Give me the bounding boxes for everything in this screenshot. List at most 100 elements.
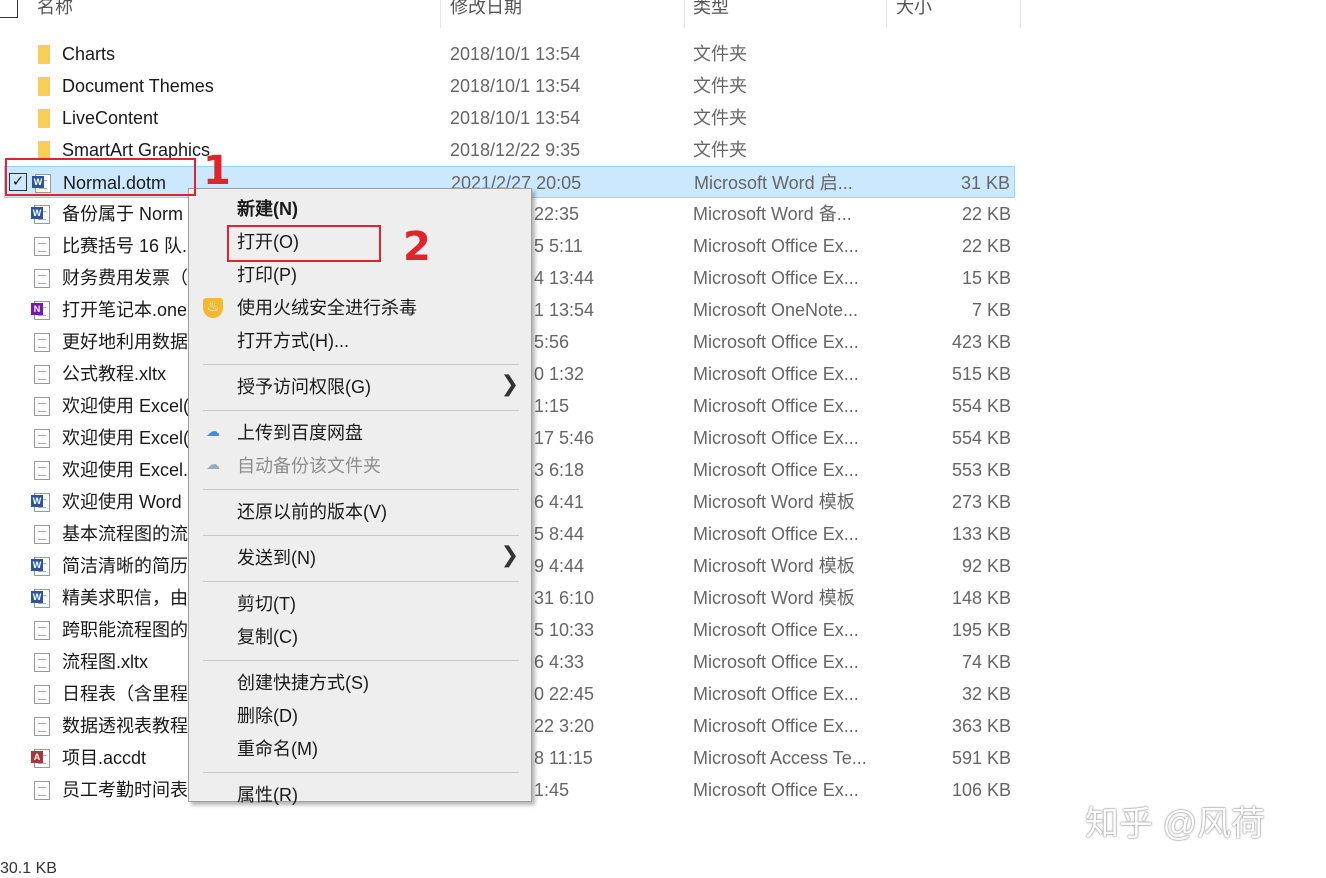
file-type: 文件夹 [693,76,747,96]
file-type: Microsoft Office Ex... [693,332,859,352]
file-date: 17 5:46 [534,428,595,448]
menu-item[interactable]: 重命名(M) [189,733,531,766]
menu-item-label: 打开方式(H)... [237,331,349,351]
file-size: 554 KB [951,396,1011,416]
menu-item-label: 新建(N) [237,199,298,219]
column-header-date[interactable]: 修改日期 [450,0,522,28]
file-type: Microsoft Office Ex... [693,780,859,800]
column-header-type[interactable]: 类型 [693,0,729,28]
file-date: 2018/12/22 9:35 [450,140,581,160]
menu-item[interactable]: 打开方式(H)... [189,325,531,358]
menu-separator [203,772,519,773]
file-size: 363 KB [951,716,1011,736]
file-type: 文件夹 [693,44,747,64]
menu-item-label: 重命名(M) [237,739,318,759]
file-date: 0 1:32 [534,364,585,384]
file-type: Microsoft Word 启... [694,173,853,193]
column-header-size[interactable]: 大小 [896,0,932,28]
menu-item[interactable]: 复制(C) [189,621,531,654]
menu-item[interactable]: 授予访问权限(G) ❯ [189,371,531,404]
document-icon [34,717,50,736]
file-name: LiveContent [62,108,159,128]
menu-separator [203,660,519,661]
file-date: 1 13:54 [534,300,595,320]
file-type: 文件夹 [693,108,747,128]
file-date: 6 4:33 [534,652,585,672]
file-size: 273 KB [951,492,1011,512]
file-date: 5:56 [534,332,570,352]
file-name: 流程图.xltx [62,652,149,672]
menu-item-label: 还原以前的版本(V) [237,502,387,522]
column-divider[interactable] [1020,0,1021,28]
menu-separator [203,489,519,490]
file-type: Microsoft Office Ex... [693,524,859,544]
folder-icon [38,45,50,64]
file-name: 跨职能流程图的 [62,620,188,640]
onenote-icon-badge: N [31,303,43,315]
menu-item[interactable]: 发送到(N) ❯ [189,542,531,575]
file-type: Microsoft Word 备... [693,204,852,224]
file-row[interactable]: Charts 2018/10/1 13:54 文件夹 [4,38,1015,70]
file-size: 74 KB [961,652,1011,672]
file-size: 15 KB [961,268,1011,288]
file-name: 欢迎使用 Excel( [62,428,190,448]
annotation-box-2 [227,225,381,262]
document-icon [34,525,50,544]
column-divider[interactable] [684,0,685,28]
file-row[interactable]: Document Themes 2018/10/1 13:54 文件夹 [4,70,1015,102]
menu-item[interactable]: 剪切(T) [189,588,531,621]
document-icon [34,685,50,704]
file-type: Microsoft Office Ex... [693,268,859,288]
menu-item[interactable]: 还原以前的版本(V) [189,496,531,529]
file-type: Microsoft Office Ex... [693,684,859,704]
file-date: 31 6:10 [534,588,595,608]
menu-separator [203,410,519,411]
column-divider[interactable] [440,0,441,28]
file-type: Microsoft Office Ex... [693,236,859,256]
status-selected-size: 30.1 KB [0,860,57,877]
menu-item-label: 打印(P) [237,265,297,285]
annotation-box-1 [5,158,196,196]
menu-item[interactable]: 使用火绒安全进行杀毒 ♨ [189,292,531,325]
menu-item[interactable]: 创建快捷方式(S) [189,667,531,700]
word-icon-badge: W [31,559,43,571]
file-name: 更好地利用数据 [62,332,188,352]
document-icon [34,237,50,256]
column-header-name[interactable]: 名称 [37,0,73,28]
file-type: Microsoft Access Te... [693,748,867,768]
file-type: Microsoft Office Ex... [693,620,859,640]
watermark: 知乎 @风荷 [1085,805,1265,843]
menu-item-label: 创建快捷方式(S) [237,673,369,693]
file-size: 423 KB [951,332,1011,352]
header-checkbox[interactable] [0,0,18,18]
menu-item[interactable]: 属性(R) [189,779,531,812]
baidu-netdisk-icon: ☁ [206,456,220,472]
file-date: 8 11:15 [534,748,593,768]
file-size: 554 KB [951,428,1011,448]
file-name: 日程表（含里程 [62,684,188,704]
menu-item[interactable]: 新建(N) [189,193,531,226]
file-name: 欢迎使用 Excel. [62,460,189,480]
menu-item[interactable]: 打印(P) [189,259,531,292]
file-type: Microsoft Office Ex... [693,716,859,736]
word-icon-badge: W [31,495,43,507]
file-type: Microsoft Word 模板 [693,588,855,608]
menu-item[interactable]: 上传到百度网盘 ☁ [189,417,531,450]
file-row[interactable]: LiveContent 2018/10/1 13:54 文件夹 [4,102,1015,134]
file-name: 项目.accdt [62,748,147,768]
column-divider[interactable] [886,0,887,28]
baidu-netdisk-icon: ☁ [206,423,220,439]
file-date: 5 8:44 [534,524,585,544]
file-date: 0 22:45 [534,684,595,704]
file-date: 1:15 [534,396,570,416]
document-icon [34,653,50,672]
file-date: 2018/10/1 13:54 [450,108,581,128]
file-type: Microsoft Word 模板 [693,492,855,512]
document-icon [34,781,50,800]
file-name: 精美求职信，由 [62,588,188,608]
file-date: 5 5:11 [534,236,583,256]
file-name: 基本流程图的流 [62,524,188,544]
file-size: 22 KB [961,204,1011,224]
access-icon-badge: A [31,751,43,763]
menu-item[interactable]: 删除(D) [189,700,531,733]
